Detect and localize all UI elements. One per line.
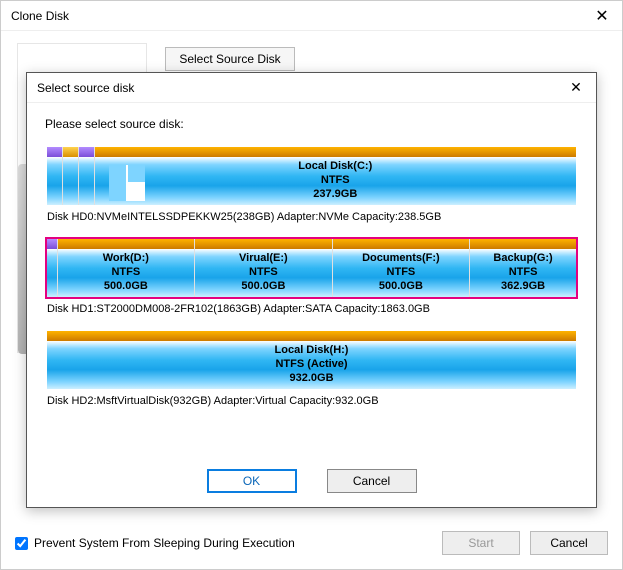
select-source-disk-tab[interactable]: Select Source Disk (165, 47, 295, 71)
partition-body: Virual(E:)NTFS500.0GB (195, 249, 332, 297)
select-source-dialog: Select source disk ✕ Please select sourc… (26, 72, 597, 508)
partition-slice[interactable]: Local Disk(H:)NTFS (Active)932.0GB (47, 331, 576, 389)
parent-title: Clone Disk (11, 9, 69, 23)
partition-slice[interactable]: Work(D:)NTFS500.0GB (58, 239, 196, 297)
partition-label: Virual(E:) (239, 252, 288, 266)
prevent-sleep-input[interactable] (15, 537, 28, 550)
partition-header-bar (63, 147, 78, 157)
ok-button[interactable]: OK (207, 469, 297, 493)
modal-titlebar: Select source disk ✕ (27, 73, 596, 103)
prevent-sleep-label: Prevent System From Sleeping During Exec… (34, 536, 295, 550)
disk-block: Local Disk(C:)NTFS237.9GB Disk HD0:NVMeIN… (45, 145, 578, 223)
partition-header-bar (47, 331, 576, 341)
disk-block: Work(D:)NTFS500.0GBVirual(E:)NTFS500.0GB… (45, 237, 578, 315)
partition-size: 237.9GB (313, 188, 357, 202)
disk-graphic[interactable]: Local Disk(C:)NTFS237.9GB (45, 145, 578, 207)
partition-size: 362.9GB (501, 280, 545, 294)
modal-title: Select source disk (37, 81, 134, 95)
windows-logo-icon (109, 165, 145, 201)
modal-prompt: Please select source disk: (45, 117, 578, 131)
partition-slice[interactable]: Documents(F:)NTFS500.0GB (333, 239, 471, 297)
partition-label: Documents(F:) (362, 252, 440, 266)
modal-footer: OK Cancel (27, 469, 596, 493)
parent-footer: Prevent System From Sleeping During Exec… (15, 531, 608, 555)
partition-body: Local Disk(H:)NTFS (Active)932.0GB (47, 341, 576, 389)
partition-fs: NTFS (Active) (275, 358, 347, 372)
partition-slice[interactable]: Local Disk(C:)NTFS237.9GB (95, 147, 576, 205)
partition-slice[interactable] (47, 147, 63, 205)
partition-slice[interactable] (79, 147, 95, 205)
partition-slice[interactable] (47, 239, 58, 297)
partition-header-bar (195, 239, 332, 249)
modal-cancel-button[interactable]: Cancel (327, 469, 417, 493)
partition-header-bar (333, 239, 470, 249)
partition-header-bar (47, 147, 62, 157)
partition-label: Local Disk(C:) (298, 160, 372, 174)
partition-size: 932.0GB (289, 372, 333, 386)
partition-fs: NTFS (509, 266, 538, 280)
partition-body (79, 157, 94, 205)
disk-graphic[interactable]: Local Disk(H:)NTFS (Active)932.0GB (45, 329, 578, 391)
partition-label: Local Disk(H:) (275, 344, 349, 358)
partition-slice[interactable]: Virual(E:)NTFS500.0GB (195, 239, 333, 297)
parent-titlebar: Clone Disk ✕ (1, 1, 622, 31)
partition-header-bar (95, 147, 576, 157)
disk-block: Local Disk(H:)NTFS (Active)932.0GB Disk H… (45, 329, 578, 407)
partition-size: 500.0GB (241, 280, 285, 294)
partition-fs: NTFS (111, 266, 140, 280)
partition-size: 500.0GB (104, 280, 148, 294)
modal-close-icon[interactable]: ✕ (566, 79, 586, 96)
partition-size: 500.0GB (379, 280, 423, 294)
partition-body: Backup(G:)NTFS362.9GB (470, 249, 576, 297)
disk-info-text: Disk HD1:ST2000DM008-2FR102(1863GB) Adap… (47, 303, 578, 315)
partition-body (63, 157, 78, 205)
partition-body (47, 157, 62, 205)
partition-slice[interactable]: Backup(G:)NTFS362.9GB (470, 239, 576, 297)
partition-body: Documents(F:)NTFS500.0GB (333, 249, 470, 297)
prevent-sleep-checkbox[interactable]: Prevent System From Sleeping During Exec… (15, 536, 295, 550)
partition-body: Work(D:)NTFS500.0GB (58, 249, 195, 297)
partition-header-bar (470, 239, 576, 249)
parent-close-icon[interactable]: ✕ (592, 6, 612, 26)
partition-header-bar (47, 239, 57, 249)
disk-info-text: Disk HD0:NVMeINTELSSDPEKKW25(238GB) Adap… (47, 211, 578, 223)
disk-info-text: Disk HD2:MsftVirtualDisk(932GB) Adapter:… (47, 395, 578, 407)
start-button[interactable]: Start (442, 531, 520, 555)
disk-graphic[interactable]: Work(D:)NTFS500.0GBVirual(E:)NTFS500.0GB… (45, 237, 578, 299)
partition-fs: NTFS (249, 266, 278, 280)
disk-list: Local Disk(C:)NTFS237.9GBDisk HD0:NVMeIN… (45, 145, 578, 407)
partition-fs: NTFS (387, 266, 416, 280)
partition-body (47, 249, 57, 297)
parent-cancel-button[interactable]: Cancel (530, 531, 608, 555)
partition-header-bar (58, 239, 195, 249)
partition-header-bar (79, 147, 94, 157)
partition-label: Work(D:) (103, 252, 149, 266)
partition-slice[interactable] (63, 147, 79, 205)
partition-label: Backup(G:) (493, 252, 552, 266)
partition-body: Local Disk(C:)NTFS237.9GB (95, 157, 576, 205)
partition-fs: NTFS (321, 174, 350, 188)
